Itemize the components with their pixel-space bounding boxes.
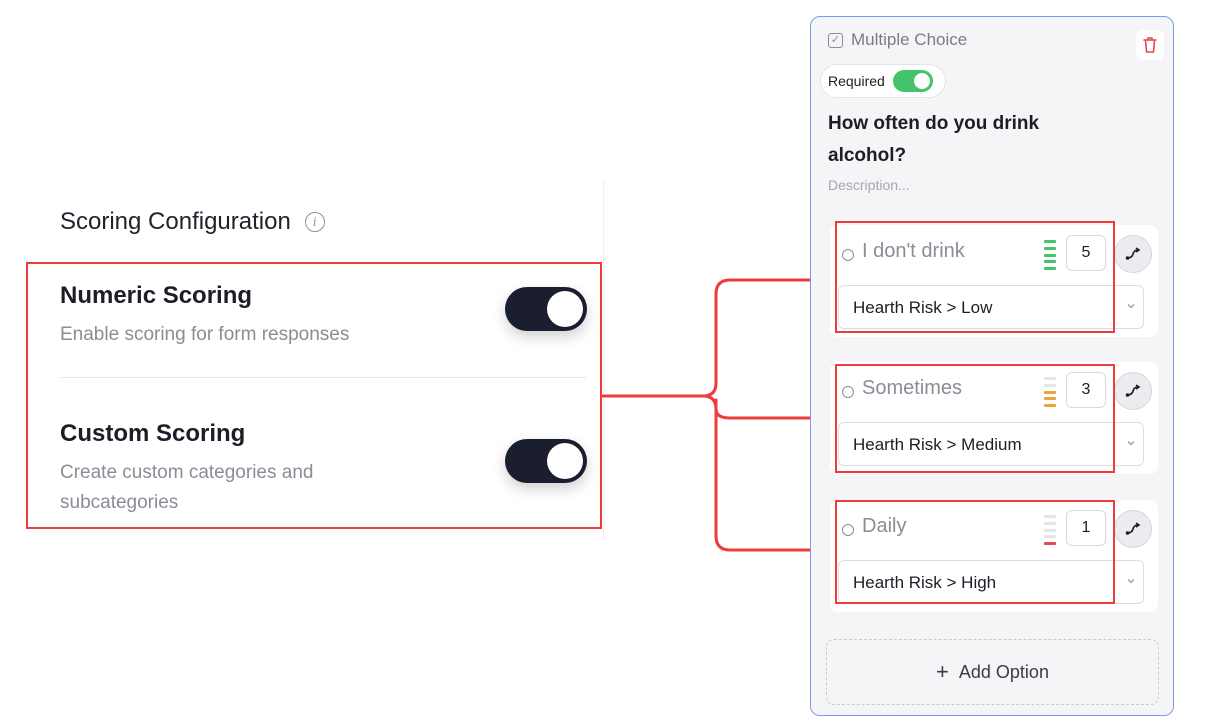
chevron-down-icon <box>1127 304 1135 309</box>
question-type: ✓ Multiple Choice <box>828 30 967 50</box>
chevron-down-icon <box>1127 579 1135 584</box>
toggle-knob <box>913 73 930 89</box>
chevron-down-icon <box>1127 441 1135 446</box>
route-button[interactable] <box>1114 235 1152 273</box>
checkbox-icon: ✓ <box>828 32 843 48</box>
route-button[interactable] <box>1114 510 1152 548</box>
option-highlight-box <box>835 221 1115 333</box>
route-icon <box>1125 384 1141 397</box>
required-toggle[interactable] <box>892 70 933 92</box>
question-title[interactable]: How often do you drink alcohol? <box>828 108 1088 172</box>
connector-middle <box>701 394 828 420</box>
route-icon <box>1125 522 1141 535</box>
question-type-label: Multiple Choice <box>851 30 968 49</box>
required-label: Required <box>828 73 885 89</box>
plus-icon: + <box>936 659 949 684</box>
description-field[interactable]: Description... <box>828 177 910 193</box>
route-icon <box>1125 247 1141 260</box>
connector-trunk <box>601 278 828 398</box>
option-highlight-box <box>835 364 1115 473</box>
delete-question-button[interactable] <box>1136 30 1164 60</box>
add-option-button[interactable]: + Add Option <box>826 639 1159 705</box>
trash-icon <box>1143 37 1157 53</box>
option-highlight-box <box>835 500 1115 604</box>
required-toggle-pill[interactable]: Required <box>820 64 946 98</box>
add-option-label: Add Option <box>958 661 1049 682</box>
route-button[interactable] <box>1114 372 1152 410</box>
